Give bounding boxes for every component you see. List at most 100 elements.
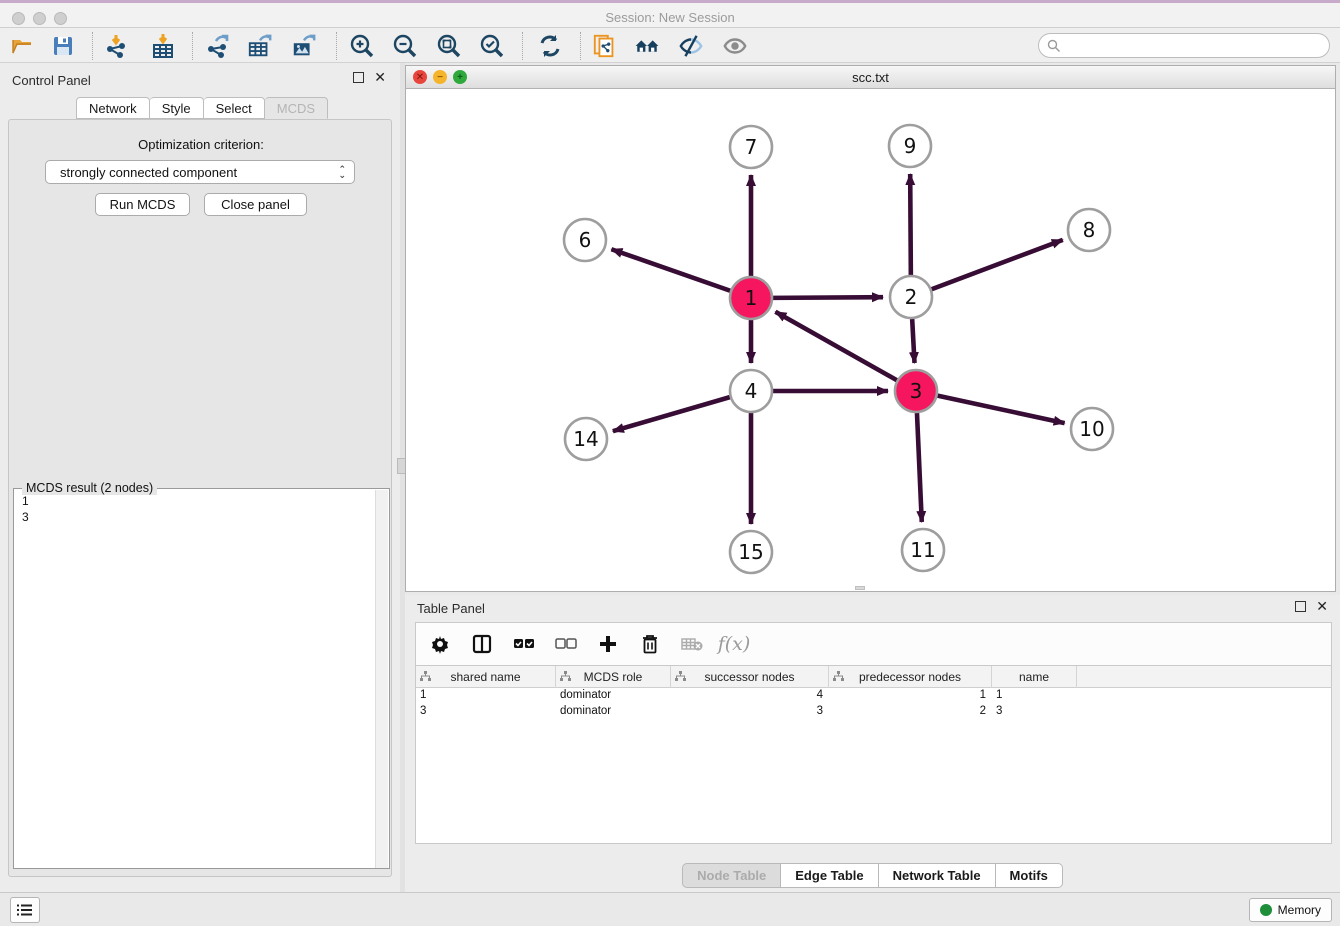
table-cell[interactable]: dominator bbox=[556, 704, 671, 720]
node-label-11: 11 bbox=[910, 538, 935, 562]
export-table-icon[interactable] bbox=[247, 33, 273, 59]
table-panel-title: Table Panel bbox=[417, 601, 485, 616]
search-icon bbox=[1047, 39, 1061, 53]
zoom-fit-icon[interactable] bbox=[436, 33, 462, 59]
export-image-icon[interactable] bbox=[291, 33, 317, 59]
delete-table-icon[interactable] bbox=[680, 632, 704, 656]
table-row[interactable]: 1dominator411 bbox=[416, 688, 1331, 704]
home-icon[interactable] bbox=[634, 33, 660, 59]
node-label-14: 14 bbox=[573, 427, 598, 451]
node-label-4: 4 bbox=[745, 379, 758, 403]
select-all-icon[interactable] bbox=[512, 632, 536, 656]
task-history-button[interactable] bbox=[10, 897, 40, 923]
mcds-result-line: 1 bbox=[22, 493, 374, 509]
table-cell[interactable]: 1 bbox=[992, 688, 1077, 704]
tab-network[interactable]: Network bbox=[76, 97, 150, 119]
tab-motifs[interactable]: Motifs bbox=[996, 863, 1063, 888]
table-cell[interactable]: 4 bbox=[671, 688, 829, 704]
tab-node-table[interactable]: Node Table bbox=[682, 863, 781, 888]
edge-3-1[interactable] bbox=[775, 312, 896, 380]
table-cell[interactable]: 2 bbox=[829, 704, 992, 720]
dropdown-value: strongly connected component bbox=[60, 165, 338, 180]
edge-3-11[interactable] bbox=[917, 413, 922, 522]
mcds-result-scrollbar[interactable] bbox=[375, 490, 388, 868]
edge-4-14[interactable] bbox=[613, 397, 730, 431]
function-builder-icon[interactable]: f(x) bbox=[722, 632, 746, 656]
edge-1-2[interactable] bbox=[773, 297, 883, 298]
import-table-icon[interactable] bbox=[150, 33, 176, 59]
status-bar: Memory bbox=[0, 892, 1340, 926]
table-cell[interactable]: 3 bbox=[416, 704, 556, 720]
edge-2-8[interactable] bbox=[932, 240, 1063, 289]
edge-2-9[interactable] bbox=[910, 174, 911, 275]
import-network-icon[interactable] bbox=[103, 33, 129, 59]
main-titlebar: Session: New Session bbox=[0, 3, 1340, 28]
float-panel-icon[interactable] bbox=[353, 72, 364, 83]
apply-layout-icon[interactable] bbox=[537, 33, 563, 59]
table-cell[interactable]: 1 bbox=[416, 688, 556, 704]
tab-select[interactable]: Select bbox=[204, 97, 265, 119]
mcds-tab-content: Optimization criterion: strongly connect… bbox=[8, 119, 392, 877]
node-label-9: 9 bbox=[904, 134, 917, 158]
node-label-3: 3 bbox=[910, 379, 923, 403]
close-panel-icon[interactable]: ✕ bbox=[1316, 601, 1328, 612]
column-settings-icon[interactable] bbox=[428, 632, 452, 656]
column-header-successor-nodes[interactable]: successor nodes bbox=[671, 666, 829, 688]
edge-2-3[interactable] bbox=[912, 319, 914, 363]
delete-column-icon[interactable] bbox=[638, 632, 662, 656]
close-panel-button[interactable]: Close panel bbox=[204, 193, 307, 216]
toolbar-separator bbox=[92, 32, 93, 60]
memory-button[interactable]: Memory bbox=[1249, 898, 1332, 922]
tab-edge-table[interactable]: Edge Table bbox=[781, 863, 878, 888]
window-title: Session: New Session bbox=[0, 10, 1340, 25]
search-box[interactable] bbox=[1038, 33, 1330, 58]
table-cell[interactable]: dominator bbox=[556, 688, 671, 704]
zoom-in-icon[interactable] bbox=[349, 33, 375, 59]
zoom-selected-icon[interactable] bbox=[479, 33, 505, 59]
control-panel: Control Panel ✕ NetworkStyleSelectMCDS O… bbox=[0, 63, 400, 892]
mcds-result-line: 3 bbox=[22, 509, 374, 525]
hide-graphics-icon[interactable] bbox=[678, 33, 704, 59]
zoom-out-icon[interactable] bbox=[392, 33, 418, 59]
deselect-all-icon[interactable] bbox=[554, 632, 578, 656]
tab-mcds[interactable]: MCDS bbox=[265, 97, 328, 119]
column-header-predecessor-nodes[interactable]: predecessor nodes bbox=[829, 666, 992, 688]
column-header-MCDS-role[interactable]: MCDS role bbox=[556, 666, 671, 688]
search-input[interactable] bbox=[1061, 39, 1311, 53]
float-panel-icon[interactable] bbox=[1295, 601, 1306, 612]
network-resize-grip[interactable] bbox=[855, 586, 865, 590]
close-panel-icon[interactable]: ✕ bbox=[374, 72, 386, 83]
column-header-shared-name[interactable]: shared name bbox=[416, 666, 556, 688]
node-label-6: 6 bbox=[579, 228, 592, 252]
column-browser-icon[interactable] bbox=[470, 632, 494, 656]
network-window-title: scc.txt bbox=[406, 70, 1335, 85]
optimization-criterion-label: Optimization criterion: bbox=[9, 137, 393, 152]
tab-style[interactable]: Style bbox=[150, 97, 204, 119]
mcds-result-list[interactable]: 13 bbox=[16, 493, 374, 525]
show-graphics-icon[interactable] bbox=[722, 33, 748, 59]
new-network-icon[interactable] bbox=[592, 33, 618, 59]
node-label-8: 8 bbox=[1083, 218, 1096, 242]
tab-network-table[interactable]: Network Table bbox=[879, 863, 996, 888]
node-table[interactable]: shared nameMCDS rolesuccessor nodesprede… bbox=[415, 666, 1332, 844]
table-rows: 1dominator4113dominator323 bbox=[416, 688, 1331, 720]
open-session-icon[interactable] bbox=[10, 33, 36, 59]
table-header-row: shared nameMCDS rolesuccessor nodesprede… bbox=[416, 666, 1331, 688]
table-cell[interactable]: 3 bbox=[992, 704, 1077, 720]
optimization-criterion-dropdown[interactable]: strongly connected component ⌃⌄ bbox=[45, 160, 355, 184]
network-graph-canvas[interactable]: 7968124314101511 bbox=[406, 89, 1335, 591]
export-network-icon[interactable] bbox=[204, 33, 230, 59]
node-label-1: 1 bbox=[745, 286, 758, 310]
column-header-name[interactable]: name bbox=[992, 666, 1077, 688]
network-window-titlebar[interactable]: ✕ − + scc.txt bbox=[406, 66, 1335, 89]
table-row[interactable]: 3dominator323 bbox=[416, 704, 1331, 720]
edge-1-6[interactable] bbox=[611, 249, 730, 291]
edge-3-10[interactable] bbox=[938, 396, 1065, 423]
run-mcds-button[interactable]: Run MCDS bbox=[95, 193, 190, 216]
save-session-icon[interactable] bbox=[50, 33, 76, 59]
table-cell[interactable]: 3 bbox=[671, 704, 829, 720]
mcds-result-group: MCDS result (2 nodes) 13 bbox=[13, 488, 390, 869]
toolbar-separator bbox=[192, 32, 193, 60]
add-column-icon[interactable] bbox=[596, 632, 620, 656]
table-cell[interactable]: 1 bbox=[829, 688, 992, 704]
